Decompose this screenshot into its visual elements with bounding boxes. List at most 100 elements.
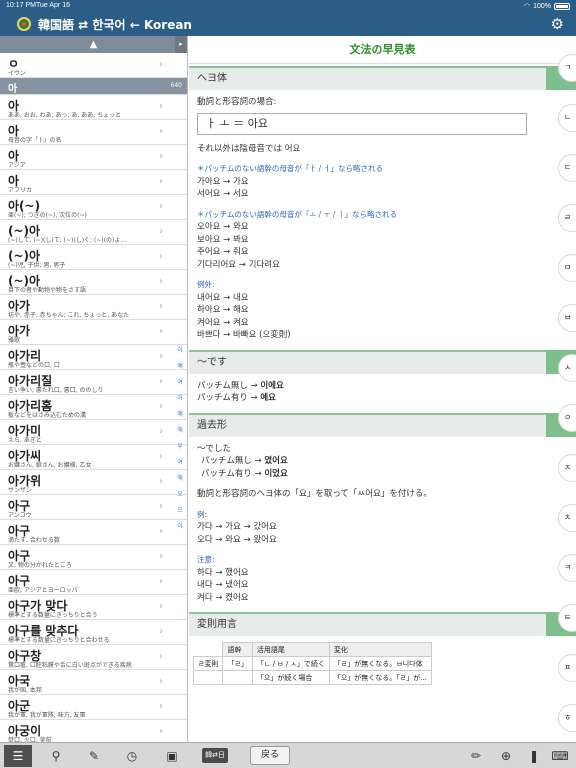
list-item[interactable]: 아 母音の字「ㅏ」の名 ›	[0, 120, 187, 145]
index-letter[interactable]: 여	[175, 375, 185, 391]
consonant-tab[interactable]: ㅂ	[558, 304, 576, 332]
list-item[interactable]: 아가리 瓶や壺などの口; 口 ›	[0, 345, 187, 370]
chevron-right-icon: ›	[159, 651, 163, 662]
pencil-icon[interactable]: ✏	[462, 745, 490, 767]
exception-4: 바쁘다 → 바빠요 (으変則)	[197, 330, 291, 340]
chevron-right-icon: ›	[159, 426, 163, 437]
grammar-panel: 文法の早見表 ヘヨ体 動詞と形容詞の場合: ㅏ ㅗ ＝ 아요 それ以外は陰母音で…	[189, 36, 576, 742]
chevron-right-icon: ›	[159, 551, 163, 562]
gloss: サンザシ	[8, 487, 33, 494]
list-item[interactable]: 아가리홈 板などをはさみ込むための溝 ›	[0, 395, 187, 420]
desu-bold-2: 예요	[260, 393, 276, 403]
exceptions-label: 例外:	[197, 280, 215, 289]
index-letter[interactable]: 어	[175, 391, 185, 407]
index-letter[interactable]: 여	[175, 455, 185, 471]
dictionary-direction-title[interactable]: 韓国語 ⇄ 한국어 ← Korean	[38, 16, 192, 33]
chevron-right-icon: ›	[159, 351, 163, 362]
consonant-tab[interactable]: ㄴ	[558, 104, 576, 132]
section-header-past: 過去形	[189, 412, 576, 437]
list-item[interactable]: 아 アジア ›	[0, 145, 187, 170]
list-item[interactable]: 아가 雅歌 ›	[0, 320, 187, 345]
list-scroll-top[interactable]: ▲ ▸	[0, 36, 187, 53]
list-item[interactable]: 아구창 鵞口瘡, 口腔粘膜や舌に白い斑点ができる疾病 ›	[0, 645, 187, 670]
list-item[interactable]: 아가 坊や, 赤子, 赤ちゃん; これ, ちょっと, あなた ›	[0, 295, 187, 320]
consonant-tab[interactable]: ㄱ	[558, 54, 576, 82]
list-item[interactable]: 아구 満たす, 合わせる数 ›	[0, 520, 187, 545]
status-date: Tue Apr 16	[36, 2, 70, 9]
consonant-tab[interactable]: ㅇ	[558, 404, 576, 432]
past-bold-2: 이었요	[264, 468, 288, 479]
list-icon[interactable]: ☰	[4, 745, 32, 767]
chevron-right-icon: ›	[159, 701, 163, 712]
gloss: 鵞口瘡, 口腔粘膜や舌に白い斑点ができる疾病	[8, 662, 132, 669]
list-item[interactable]: 아가위 サンザシ ›	[0, 470, 187, 495]
past-example-label: 例:	[197, 509, 208, 519]
consonant-tab[interactable]: ㅅ	[558, 354, 576, 382]
index-letter[interactable]: 예	[175, 407, 185, 423]
tag-icon[interactable]: ✎	[80, 745, 108, 767]
consonant-tab[interactable]: ㅌ	[558, 604, 576, 632]
index-letter[interactable]: 에	[175, 471, 185, 487]
bookmark-icon[interactable]: ❚	[520, 745, 548, 767]
list-item[interactable]: 아 ああ, おお, わあ; あっ; あ, ああ, ちょっと ›	[0, 95, 187, 120]
app-logo-icon	[17, 17, 31, 31]
list-item[interactable]: (~)아 (~)して, (~)(し)て; (~)(し)く; (~)(の)よ... ›	[0, 220, 187, 245]
consonant-tab[interactable]: ㄹ	[558, 204, 576, 232]
list-item[interactable]: 아(~) 亜(~); つぎの(~), 次位の(~) ›	[0, 195, 187, 220]
example-3: 오아요 → 와요	[197, 222, 249, 232]
consonant-tab[interactable]: ㅋ	[558, 554, 576, 582]
past-attention-label: 注意:	[197, 555, 215, 564]
list-item[interactable]: 아 アフリカ ›	[0, 170, 187, 195]
list-item[interactable]: 아구 亜欧; アジアとヨーロッパ ›	[0, 570, 187, 595]
index-letter[interactable]: 으	[175, 503, 185, 519]
gloss: 坊や, 赤子, 赤ちゃん; これ, ちょっと, あなた	[8, 312, 130, 319]
consonant-tab[interactable]: ㅎ	[558, 704, 576, 732]
past-attention-1: 하다 → 했어요	[197, 567, 249, 578]
note-contraction-1: ＊パッチムのない語幹の母音が「ㅏ / ㅓ」なら略される	[197, 164, 383, 173]
gloss: 板などをはさみ込むための溝	[8, 412, 87, 419]
list-item[interactable]: 아구 アンコウ ›	[0, 495, 187, 520]
list-item[interactable]: (~)아 目下の者や動物や物をさす語 ›	[0, 270, 187, 295]
consonant-tab[interactable]: ㄷ	[558, 154, 576, 182]
up-arrow-icon[interactable]: ▲	[90, 39, 98, 50]
app-header: 韓国語 ⇄ 한국어 ← Korean ⚙	[0, 12, 576, 36]
history-icon[interactable]: ◷	[118, 745, 146, 767]
list-item[interactable]: 아구를 맞추다 標準とする数量にきっちりと合わせる ›	[0, 620, 187, 645]
gear-icon[interactable]: ⚙	[551, 16, 564, 32]
table-cell: 「으」が続く場合	[251, 670, 330, 685]
list-item[interactable]: 아가미 えら, あぎと ›	[0, 420, 187, 445]
list-item[interactable]: 아군 我が軍, 我が軍隊; 味方, 友軍 ›	[0, 695, 187, 720]
bottom-toolbar: ☰ ⚲ ✎ ◷ ▣ 韓⇄日 戻る ✏ ⊕ ❚ ⌨	[0, 742, 576, 768]
consonant-tab[interactable]: ㅍ	[558, 654, 576, 682]
gloss: 目下の者や動物や物をさす語	[8, 287, 87, 294]
gloss: 言い争い; 悪たれ口, 悪口, ののしり	[8, 387, 104, 394]
gallery-icon[interactable]: ▣	[158, 745, 186, 767]
list-item[interactable]: 아가씨 お嬢さん, 娘さん, お嬢様; 乙女 ›	[0, 445, 187, 470]
consonant-tab[interactable]: ㅊ	[558, 504, 576, 532]
list-item[interactable]: 아궁이 焚口, 火口, 釜前 ›	[0, 720, 187, 742]
keyboard-icon[interactable]: ⌨	[546, 745, 574, 767]
list-item[interactable]: 아구가 맞다 標準とする数量にきっちりと合う ›	[0, 595, 187, 620]
list-item[interactable]: ㅇ イウン ›	[0, 53, 187, 78]
index-letter[interactable]: 오	[175, 487, 185, 503]
consonant-tab[interactable]: ㅁ	[558, 254, 576, 282]
consonant-tab[interactable]: ㅈ	[558, 454, 576, 482]
list-item[interactable]: 아국 我が国, 本邦 ›	[0, 670, 187, 695]
index-letter[interactable]: 우	[175, 439, 185, 455]
toggle-language-button[interactable]: 韓⇄日	[202, 748, 228, 763]
chevron-right-icon: ›	[159, 276, 163, 287]
index-letter[interactable]: 에	[175, 423, 185, 439]
list-item[interactable]: 아가리질 言い争い; 悪たれ口, 悪口, ののしり ›	[0, 370, 187, 395]
list-item[interactable]: (~)아 (~)児, 子供; 男, 男子 ›	[0, 245, 187, 270]
index-letter[interactable]: 이	[175, 343, 185, 359]
list-item[interactable]: 아구 叉; 物の分かれたところ ›	[0, 545, 187, 570]
gloss: 満たす, 合わせる数	[8, 537, 60, 544]
search-icon[interactable]: ⚲	[42, 745, 70, 767]
index-letter[interactable]: 이	[175, 519, 185, 535]
index-column[interactable]: 이예여어예에우여에오으이	[175, 343, 185, 535]
index-letter[interactable]: 예	[175, 359, 185, 375]
back-button[interactable]: 戻る	[250, 746, 290, 765]
gloss: 標準とする数量にきっちりと合わせる	[8, 637, 110, 644]
list-section-header[interactable]: 아 640	[0, 78, 187, 95]
globe-icon[interactable]: ⊕	[492, 745, 520, 767]
